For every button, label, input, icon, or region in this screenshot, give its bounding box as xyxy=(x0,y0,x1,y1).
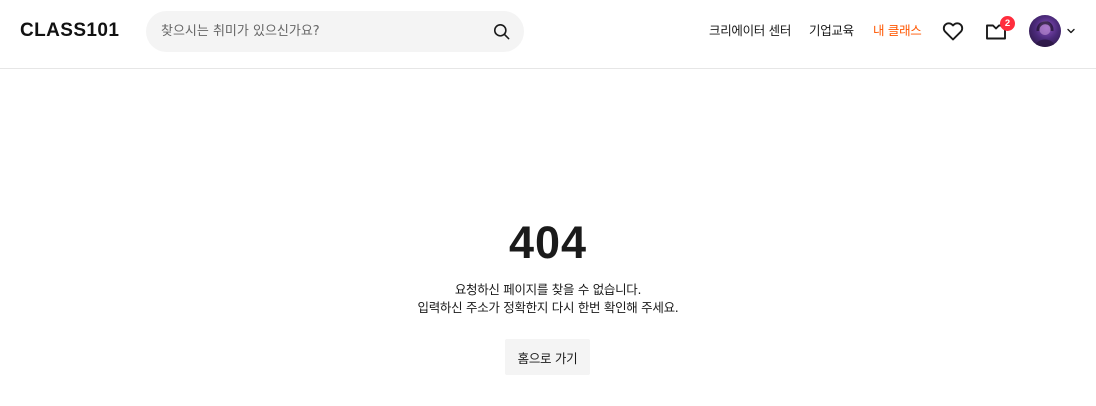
error-message-line2: 입력하신 주소가 정확한지 다시 한번 확인해 주세요. xyxy=(417,300,679,315)
chevron-down-icon[interactable] xyxy=(1066,26,1076,36)
search-bar[interactable] xyxy=(146,11,524,52)
go-home-button[interactable]: 홈으로 가기 xyxy=(505,339,590,375)
nav-corporate-education[interactable]: 기업교육 xyxy=(809,22,854,40)
search-icon[interactable] xyxy=(492,22,511,41)
nav-creator-center[interactable]: 크리에이터 센터 xyxy=(709,22,791,40)
heart-icon[interactable] xyxy=(941,19,965,43)
nav-my-class[interactable]: 내 클래스 xyxy=(873,22,922,40)
avatar-image xyxy=(1035,21,1055,47)
error-message-line1: 요청하신 페이지를 찾을 수 없습니다. xyxy=(454,282,642,297)
notification-badge: 2 xyxy=(1000,16,1015,31)
search-input[interactable] xyxy=(161,11,481,52)
class101-logo[interactable]: CLASS101 xyxy=(20,19,119,43)
top-header: CLASS101 크리에이터 센터 기업교육 내 클래스 2 xyxy=(0,0,1096,69)
main-content: 404 요청하신 페이지를 찾을 수 없습니다. 입력하신 주소가 정확한지 다… xyxy=(0,69,1096,405)
avatar[interactable] xyxy=(1029,15,1061,47)
error-code: 404 xyxy=(508,217,588,268)
